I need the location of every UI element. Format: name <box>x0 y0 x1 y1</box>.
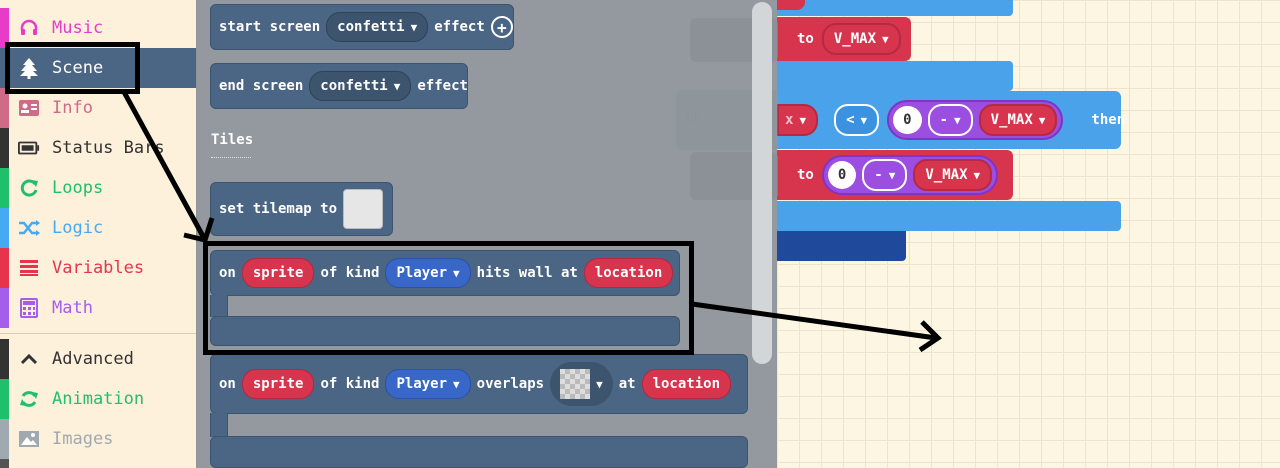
plus-icon[interactable]: + <box>490 16 513 38</box>
category-color-bar <box>0 379 9 419</box>
kind-dropdown-2[interactable]: Player ▼ <box>385 369 471 399</box>
minus-expression-2[interactable]: 0 - ▼ V_MAX ▼ <box>821 155 999 195</box>
category-color-bar <box>0 248 9 288</box>
vmax-dropdown-3[interactable]: V_MAX ▼ <box>913 159 993 191</box>
category-color-bar <box>0 419 9 459</box>
event-block-bottom[interactable] <box>777 231 906 261</box>
minus-operator-dropdown-2[interactable]: - ▼ <box>862 159 908 191</box>
category-animation[interactable]: Animation <box>0 379 196 419</box>
id-card-icon <box>18 97 40 119</box>
zero-input-1[interactable]: 0 <box>893 106 922 134</box>
start-screen-effect-block[interactable]: start screen confetti ▼ effect + <box>210 4 514 50</box>
chevron-up-icon <box>18 348 40 370</box>
category-color-bar <box>0 168 9 208</box>
if-then-block[interactable]: x ▼ < ▼ 0 - ▼ V_MAX ▼ then <box>777 91 1125 149</box>
x-dropdown[interactable]: x ▼ <box>777 104 819 136</box>
pill-top-partial <box>777 0 805 10</box>
on-overlaps-tile-block[interactable]: on sprite of kind Player ▼ overlaps ▼ at … <box>210 354 748 414</box>
end-screen-effect-block[interactable]: end screen confetti ▼ effect <box>210 63 468 109</box>
category-info[interactable]: Info <box>0 88 196 128</box>
tile-image-icon <box>560 369 591 399</box>
overlaps-block-footer <box>210 436 748 468</box>
tilemap-image-slot[interactable] <box>343 189 384 229</box>
annotation-box-scene <box>5 42 140 94</box>
to-label-2: to <box>797 167 814 183</box>
category-color-bar <box>0 128 9 168</box>
category-color-bar <box>0 208 9 248</box>
image-icon <box>18 428 40 450</box>
loop-icon <box>18 177 40 199</box>
sprite-variable-2[interactable]: sprite <box>241 369 315 399</box>
sidebar-divider <box>0 333 196 334</box>
set-variable-block-1[interactable]: to V_MAX ▼ <box>777 17 911 61</box>
minus-operator-dropdown-1[interactable]: - ▼ <box>927 104 973 136</box>
tiles-underline <box>211 157 251 158</box>
category-status-bars[interactable]: Status Bars <box>0 128 196 168</box>
category-variables[interactable]: Variables <box>0 248 196 288</box>
effect-dropdown-start[interactable]: confetti ▼ <box>326 12 429 42</box>
category-color-bar <box>0 288 9 328</box>
category-partial <box>0 459 9 468</box>
calculator-icon <box>18 297 40 319</box>
category-advanced[interactable]: Advanced <box>0 339 196 379</box>
logic-block-bottom[interactable] <box>777 201 1121 231</box>
annotation-box-hits-wall <box>203 241 694 355</box>
category-color-bar <box>0 88 9 128</box>
compare-operator-dropdown[interactable]: < ▼ <box>834 104 880 136</box>
set-tilemap-block[interactable]: set tilemap to <box>210 182 393 236</box>
vmax-dropdown-2[interactable]: V_MAX ▼ <box>978 104 1058 136</box>
set-variable-block-2[interactable]: to 0 - ▼ V_MAX ▼ <box>777 150 1013 200</box>
vmax-dropdown-1[interactable]: V_MAX ▼ <box>821 23 901 55</box>
tiles-section-label: Tiles <box>211 132 254 148</box>
workspace-canvas[interactable]: to V_MAX ▼ x ▼ < ▼ 0 - ▼ V_MAX ▼ then to 0 - ▼… <box>777 0 1280 468</box>
list-icon <box>18 257 40 279</box>
category-color-bar <box>0 339 9 379</box>
category-math[interactable]: Math <box>0 288 196 328</box>
tile-image-dropdown[interactable]: ▼ <box>550 362 613 406</box>
headphones-icon <box>18 17 40 39</box>
flyout-scrollbar[interactable] <box>752 2 772 364</box>
logic-block-row2[interactable] <box>777 61 1013 91</box>
battery-icon <box>18 137 40 159</box>
overlaps-block-arm <box>210 413 228 437</box>
refresh-icon <box>18 388 40 410</box>
zero-input-2[interactable]: 0 <box>827 161 857 189</box>
to-label-1: to <box>797 31 814 47</box>
category-logic[interactable]: Logic <box>0 208 196 248</box>
category-images[interactable]: Images <box>0 419 196 459</box>
location-variable-2[interactable]: location <box>641 369 732 399</box>
then-label: then <box>1091 112 1126 128</box>
logic-block-top[interactable] <box>777 0 1013 16</box>
effect-dropdown-end[interactable]: confetti ▼ <box>309 71 412 101</box>
minus-expression[interactable]: 0 - ▼ V_MAX ▼ <box>887 100 1064 140</box>
shuffle-icon <box>18 217 40 239</box>
category-loops[interactable]: Loops <box>0 168 196 208</box>
